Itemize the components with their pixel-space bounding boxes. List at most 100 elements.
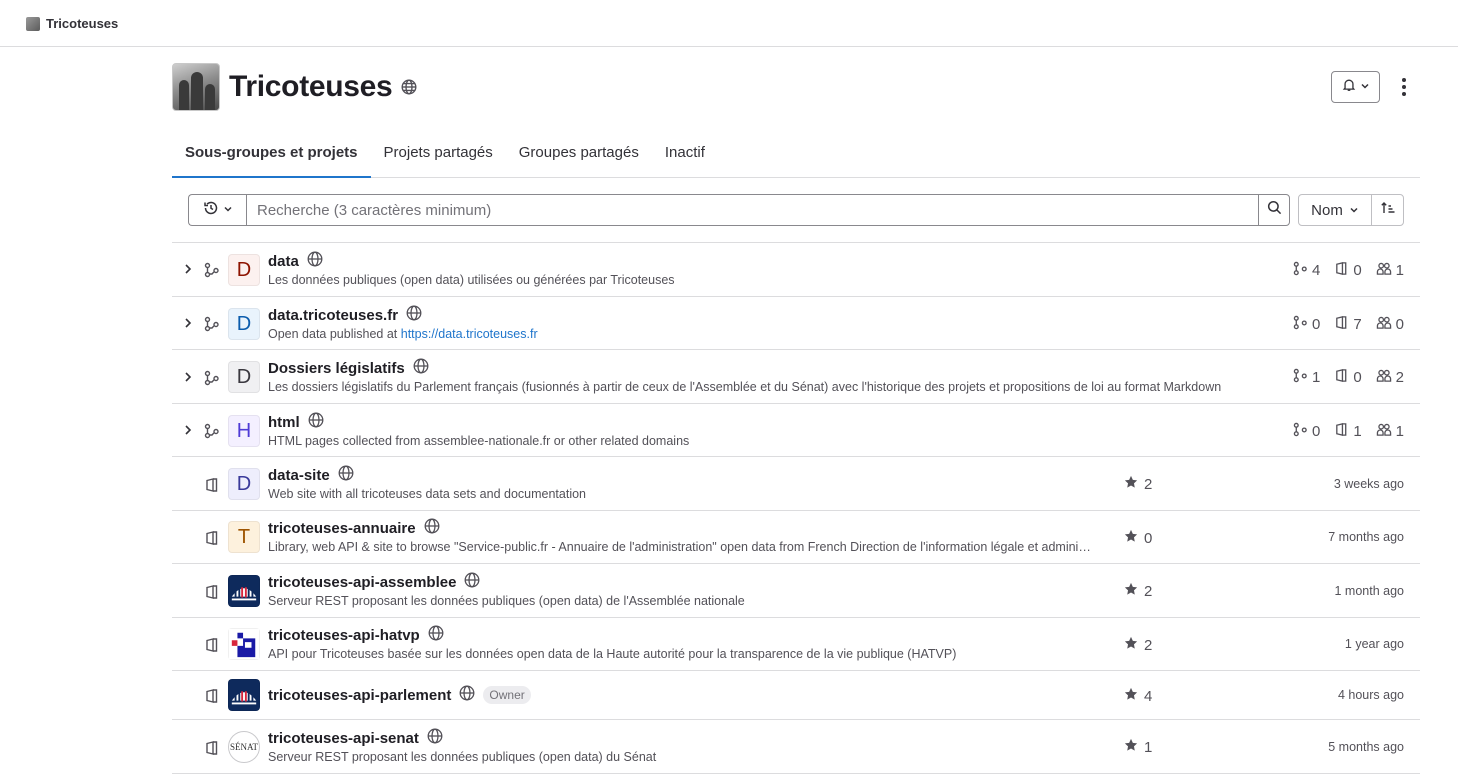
updated-time: 4 hours ago (1337, 688, 1404, 702)
star-count[interactable]: 4 (1124, 687, 1152, 705)
star-icon (1124, 687, 1138, 705)
project-icon (204, 584, 220, 605)
item-name[interactable]: tricoteuses-annuaire (268, 520, 416, 537)
members-count: 0 (1376, 315, 1404, 334)
tab-shared-projects[interactable]: Projets partagés (371, 133, 506, 177)
list-item[interactable]: H html HTML pages collected from assembl… (172, 404, 1420, 457)
item-name[interactable]: data-site (268, 467, 330, 484)
search-history-button[interactable] (188, 194, 246, 226)
list-item[interactable]: D data.tricoteuses.fr Open data publishe… (172, 297, 1420, 350)
list-item[interactable]: T tricoteuses-annuaire Library, web API … (172, 511, 1420, 564)
list-item[interactable]: tricoteuses-api-parlement Owner 4 4 hour… (172, 671, 1420, 720)
tab-subgroups-projects[interactable]: Sous-groupes et projets (172, 133, 371, 178)
search-icon (1267, 200, 1282, 220)
breadcrumb-group-name[interactable]: Tricoteuses (46, 16, 118, 31)
avatar[interactable]: H (228, 415, 260, 447)
chevron-down-icon (1360, 78, 1370, 96)
item-name[interactable]: Dossiers législatifs (268, 360, 405, 377)
item-name[interactable]: tricoteuses-api-assemblee (268, 574, 456, 591)
subgroups-count: 1 (1293, 368, 1320, 387)
subgroup-icon (204, 370, 220, 391)
members-count: 2 (1376, 368, 1404, 387)
project-icon (1334, 368, 1349, 387)
avatar[interactable]: D (228, 308, 260, 340)
updated-time: 7 months ago (1328, 530, 1404, 544)
star-count[interactable]: 1 (1124, 738, 1152, 756)
subgroup-icon (204, 316, 220, 337)
list-item[interactable]: D data Les données publiques (open data)… (172, 243, 1420, 297)
subgroup-icon (1293, 422, 1308, 441)
chevron-right-icon[interactable] (182, 316, 194, 334)
group-header: Tricoteuses (172, 63, 417, 111)
list-item[interactable]: D data-site Web site with all tricoteuse… (172, 457, 1420, 511)
project-icon (1334, 315, 1349, 334)
star-count[interactable]: 2 (1124, 582, 1152, 600)
assemblee-logo-icon[interactable] (228, 575, 260, 607)
star-icon (1124, 529, 1138, 547)
members-count: 1 (1376, 422, 1404, 441)
chevron-right-icon[interactable] (182, 370, 194, 388)
hatvp-logo-icon[interactable] (228, 628, 260, 660)
senat-logo-icon[interactable]: SÉNAT (228, 731, 260, 763)
item-description: Serveur REST proposant les données publi… (268, 594, 745, 608)
star-icon (1124, 636, 1138, 654)
search-button[interactable] (1258, 194, 1290, 226)
item-name[interactable]: tricoteuses-api-senat (268, 730, 419, 747)
sort-direction-button[interactable] (1371, 194, 1404, 226)
notification-button[interactable] (1331, 71, 1380, 103)
star-icon (1124, 738, 1138, 756)
globe-icon (427, 728, 443, 749)
chevron-right-icon[interactable] (182, 423, 194, 441)
subgroup-icon (1293, 261, 1308, 280)
star-count[interactable]: 2 (1124, 636, 1152, 654)
avatar[interactable]: T (228, 521, 260, 553)
globe-icon (428, 625, 444, 646)
star-count[interactable]: 2 (1124, 475, 1152, 493)
updated-time: 1 year ago (1344, 637, 1404, 651)
globe-icon (464, 572, 480, 593)
item-description: Les données publiques (open data) utilis… (268, 273, 675, 287)
list-item[interactable]: SÉNAT tricoteuses-api-senat Serveur REST… (172, 720, 1420, 774)
search-input[interactable] (246, 194, 1259, 226)
updated-time: 1 month ago (1334, 584, 1405, 598)
updated-time: 5 months ago (1328, 740, 1404, 754)
sort-label: Nom (1311, 201, 1343, 219)
users-icon (1376, 422, 1392, 441)
filter-bar: Nom (172, 178, 1420, 243)
globe-icon (424, 518, 440, 539)
more-actions-button[interactable] (1394, 75, 1414, 99)
tab-shared-groups[interactable]: Groupes partagés (506, 133, 652, 177)
item-name[interactable]: data (268, 253, 299, 270)
users-icon (1376, 261, 1392, 280)
users-icon (1376, 368, 1392, 387)
project-icon (1334, 422, 1349, 441)
chevron-right-icon[interactable] (182, 262, 194, 280)
item-description: Library, web API & site to browse "Servi… (268, 540, 1096, 554)
assemblee-logo-icon[interactable] (228, 679, 260, 711)
star-count[interactable]: 0 (1124, 529, 1152, 547)
item-description: Web site with all tricoteuses data sets … (268, 487, 586, 501)
subgroups-projects-list: D data Les données publiques (open data)… (172, 243, 1420, 774)
item-name[interactable]: tricoteuses-api-parlement (268, 687, 451, 704)
list-item[interactable]: tricoteuses-api-hatvp API pour Tricoteus… (172, 618, 1420, 671)
avatar[interactable]: D (228, 361, 260, 393)
item-name[interactable]: html (268, 414, 300, 431)
avatar[interactable]: D (228, 468, 260, 500)
item-description: HTML pages collected from assemblee-nati… (268, 434, 690, 448)
list-item[interactable]: D Dossiers législatifs Les dossiers légi… (172, 350, 1420, 404)
projects-count: 0 (1334, 261, 1362, 280)
owner-badge: Owner (483, 686, 531, 704)
tab-inactive[interactable]: Inactif (652, 133, 718, 177)
list-item[interactable]: tricoteuses-api-assemblee Serveur REST p… (172, 564, 1420, 618)
project-icon (204, 740, 220, 761)
page-title: Tricoteuses (229, 70, 393, 103)
project-icon (1334, 261, 1349, 280)
sort-dropdown[interactable]: Nom (1298, 194, 1372, 226)
breadcrumb[interactable]: Tricoteuses (26, 16, 118, 31)
top-bar: Tricoteuses (0, 0, 1458, 47)
avatar[interactable]: D (228, 254, 260, 286)
group-avatar (172, 63, 220, 111)
description-link[interactable]: https://data.tricoteuses.fr (401, 327, 538, 341)
item-name[interactable]: data.tricoteuses.fr (268, 307, 398, 324)
item-name[interactable]: tricoteuses-api-hatvp (268, 627, 420, 644)
